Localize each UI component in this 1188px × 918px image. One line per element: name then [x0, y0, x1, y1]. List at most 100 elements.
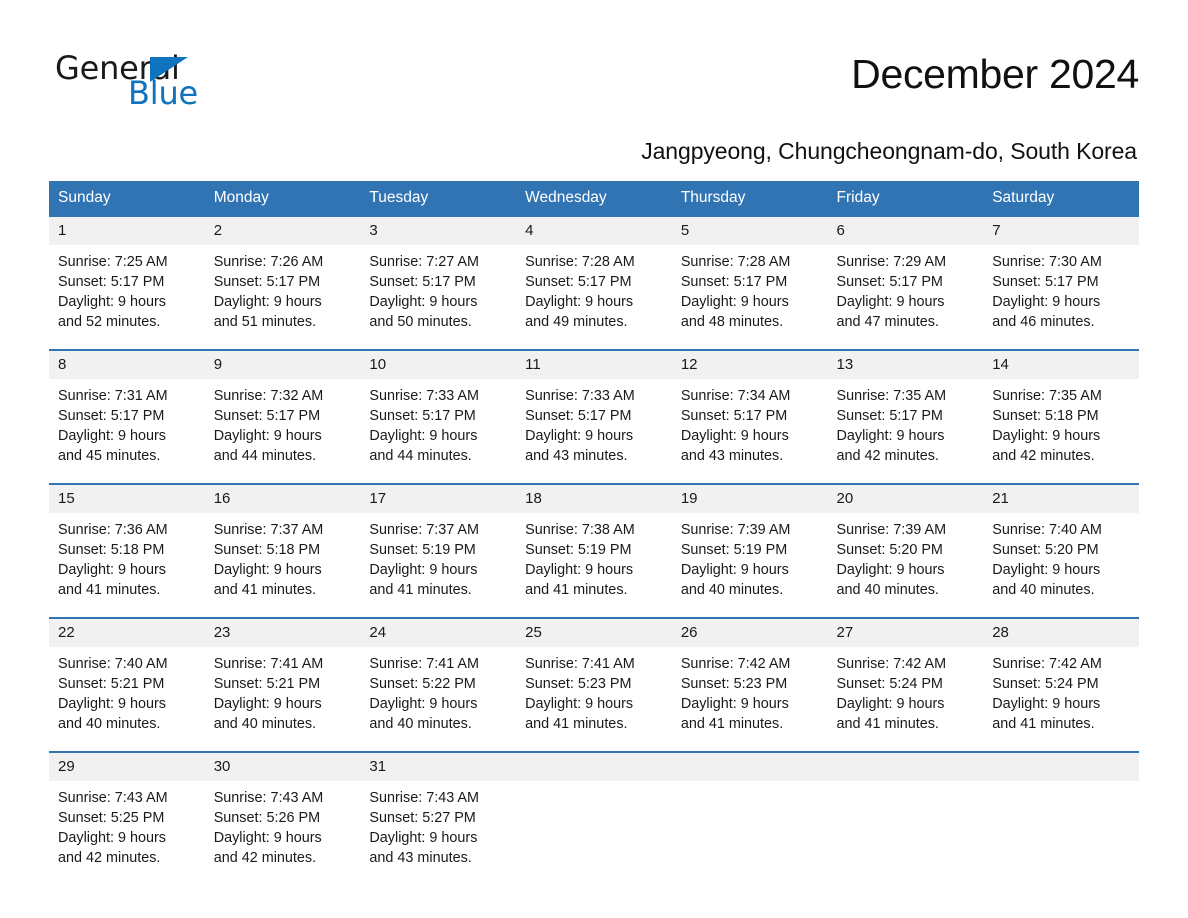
- sunset-text: Sunset: 5:17 PM: [836, 408, 943, 424]
- daylight-text-line1: Daylight: 9 hours: [58, 830, 166, 846]
- daylight-text-line1: Daylight: 9 hours: [213, 696, 322, 712]
- calendar-day-cell[interactable]: 5 Sunrise: 7:28 AM Sunset: 5:17 PM Daylight…: [671, 215, 828, 350]
- calendar-day-cell[interactable]: 28 Sunrise: 7:42 AM Sunset: 5:24 PM Dayligh…: [983, 617, 1139, 752]
- weekday-header-thursday: Thursday: [671, 181, 828, 216]
- day-details: [516, 781, 672, 788]
- sunset-text: Sunset: 5:18 PM: [58, 542, 165, 558]
- calendar-day-cell[interactable]: 17 Sunrise: 7:37 AM Sunset: 5:19 PM Dayligh…: [360, 483, 517, 618]
- calendar-day-cell[interactable]: 3 Sunrise: 7:27 AM Sunset: 5:17 PM Daylight…: [360, 215, 517, 350]
- day-details: Sunrise: 7:41 AM Sunset: 5:21 PM Daylight:…: [205, 647, 361, 734]
- calendar-day-cell[interactable]: 19 Sunrise: 7:39 AM Sunset: 5:19 PM Dayligh…: [671, 483, 828, 618]
- calendar-day-cell[interactable]: 27 Sunrise: 7:42 AM Sunset: 5:24 PM Dayligh…: [827, 617, 984, 752]
- day-cell-inner: 26 Sunrise: 7:42 AM Sunset: 5:23 PM Dayligh…: [671, 619, 828, 751]
- calendar-day-cell[interactable]: 14 Sunrise: 7:35 AM Sunset: 5:18 PM Dayligh…: [983, 349, 1139, 484]
- calendar-day-cell[interactable]: 9 Sunrise: 7:32 AM Sunset: 5:17 PM Daylight…: [204, 349, 361, 484]
- calendar-empty-cell: [827, 751, 984, 885]
- sunrise-text: Sunrise: 7:40 AM: [992, 522, 1102, 538]
- daylight-text-line2: and 41 minutes.: [992, 716, 1095, 732]
- day-cell-inner: 10 Sunrise: 7:33 AM Sunset: 5:17 PM Dayligh…: [360, 351, 517, 483]
- sunset-text: Sunset: 5:18 PM: [992, 408, 1099, 424]
- calendar-day-cell[interactable]: 16 Sunrise: 7:37 AM Sunset: 5:18 PM Dayligh…: [204, 483, 361, 618]
- sunrise-text: Sunrise: 7:42 AM: [836, 656, 947, 672]
- calendar-day-cell[interactable]: 13 Sunrise: 7:35 AM Sunset: 5:17 PM Dayligh…: [827, 349, 984, 484]
- day-cell-inner: 23 Sunrise: 7:41 AM Sunset: 5:21 PM Dayligh…: [204, 619, 361, 751]
- day-number: 10: [360, 351, 517, 379]
- day-cell-inner: 4 Sunrise: 7:28 AM Sunset: 5:17 PM Daylight…: [516, 217, 672, 349]
- daylight-text-line2: and 40 minutes.: [992, 582, 1095, 598]
- sunrise-text: Sunrise: 7:25 AM: [58, 254, 168, 270]
- calendar-day-cell[interactable]: 20 Sunrise: 7:39 AM Sunset: 5:20 PM Dayligh…: [827, 483, 984, 618]
- day-details: Sunrise: 7:30 AM Sunset: 5:17 PM Daylight:…: [983, 245, 1139, 332]
- daylight-text-line1: Daylight: 9 hours: [213, 830, 322, 846]
- calendar-day-cell[interactable]: 12 Sunrise: 7:34 AM Sunset: 5:17 PM Dayligh…: [671, 349, 828, 484]
- calendar-day-cell[interactable]: 8 Sunrise: 7:31 AM Sunset: 5:17 PM Daylight…: [49, 349, 205, 484]
- daylight-text-line1: Daylight: 9 hours: [992, 294, 1101, 310]
- day-details: Sunrise: 7:41 AM Sunset: 5:22 PM Daylight:…: [360, 647, 516, 734]
- daylight-text-line2: and 43 minutes.: [525, 448, 628, 464]
- day-details: [672, 781, 828, 788]
- day-cell-inner: 5 Sunrise: 7:28 AM Sunset: 5:17 PM Daylight…: [671, 217, 828, 349]
- day-cell-inner: [983, 753, 1139, 885]
- day-number: 22: [49, 619, 205, 647]
- day-number: 1: [49, 217, 205, 245]
- day-number: 7: [983, 217, 1139, 245]
- daylight-text-line1: Daylight: 9 hours: [525, 428, 634, 444]
- calendar-day-cell[interactable]: 25 Sunrise: 7:41 AM Sunset: 5:23 PM Dayligh…: [516, 617, 672, 752]
- day-cell-inner: 6 Sunrise: 7:29 AM Sunset: 5:17 PM Daylight…: [827, 217, 984, 349]
- day-cell-inner: 31 Sunrise: 7:43 AM Sunset: 5:27 PM Dayligh…: [360, 753, 517, 885]
- day-number: 26: [671, 619, 828, 647]
- calendar-day-cell[interactable]: 21 Sunrise: 7:40 AM Sunset: 5:20 PM Dayligh…: [983, 483, 1139, 618]
- general-blue-logo[interactable]: General Blue: [49, 44, 199, 112]
- page-header: General Blue December 2024: [49, 0, 1139, 116]
- calendar-day-cell[interactable]: 30 Sunrise: 7:43 AM Sunset: 5:26 PM Dayligh…: [204, 751, 361, 885]
- calendar-week-row: 29 Sunrise: 7:43 AM Sunset: 5:25 PM Dayligh…: [49, 751, 1139, 885]
- sunset-text: Sunset: 5:17 PM: [213, 274, 321, 290]
- calendar-day-cell[interactable]: 6 Sunrise: 7:29 AM Sunset: 5:17 PM Daylight…: [827, 215, 984, 350]
- calendar-day-cell[interactable]: 15 Sunrise: 7:36 AM Sunset: 5:18 PM Dayligh…: [49, 483, 205, 618]
- daylight-text-line2: and 49 minutes.: [525, 314, 628, 330]
- daylight-text-line2: and 40 minutes.: [836, 582, 939, 598]
- day-number: 21: [983, 485, 1139, 513]
- day-details: Sunrise: 7:29 AM Sunset: 5:17 PM Daylight:…: [828, 245, 984, 332]
- daylight-text-line2: and 41 minutes.: [525, 582, 628, 598]
- day-cell-inner: [516, 753, 672, 885]
- day-number: [827, 753, 984, 781]
- calendar-day-cell[interactable]: 2 Sunrise: 7:26 AM Sunset: 5:17 PM Daylight…: [204, 215, 361, 350]
- day-details: [983, 781, 1139, 788]
- calendar-day-cell[interactable]: 4 Sunrise: 7:28 AM Sunset: 5:17 PM Daylight…: [516, 215, 672, 350]
- day-cell-inner: 12 Sunrise: 7:34 AM Sunset: 5:17 PM Dayligh…: [671, 351, 828, 483]
- sunset-text: Sunset: 5:17 PM: [836, 274, 943, 290]
- calendar-day-cell[interactable]: 22 Sunrise: 7:40 AM Sunset: 5:21 PM Dayligh…: [49, 617, 205, 752]
- calendar-day-cell[interactable]: 7 Sunrise: 7:30 AM Sunset: 5:17 PM Daylight…: [983, 215, 1139, 350]
- calendar-day-cell[interactable]: 1 Sunrise: 7:25 AM Sunset: 5:17 PM Daylight…: [49, 215, 205, 350]
- daylight-text-line2: and 43 minutes.: [680, 448, 784, 464]
- sunset-text: Sunset: 5:21 PM: [213, 676, 321, 692]
- day-details: Sunrise: 7:43 AM Sunset: 5:26 PM Daylight:…: [205, 781, 361, 868]
- daylight-text-line2: and 51 minutes.: [213, 314, 317, 330]
- day-cell-inner: 7 Sunrise: 7:30 AM Sunset: 5:17 PM Daylight…: [983, 217, 1139, 349]
- page-title: December 2024: [851, 51, 1139, 97]
- sunrise-text: Sunrise: 7:43 AM: [58, 790, 168, 806]
- day-number: [516, 753, 672, 781]
- calendar-day-cell[interactable]: 26 Sunrise: 7:42 AM Sunset: 5:23 PM Dayligh…: [671, 617, 828, 752]
- sunset-text: Sunset: 5:22 PM: [369, 676, 476, 692]
- daylight-text-line1: Daylight: 9 hours: [525, 696, 634, 712]
- calendar-day-cell[interactable]: 11 Sunrise: 7:33 AM Sunset: 5:17 PM Dayligh…: [516, 349, 672, 484]
- calendar-day-cell[interactable]: 29 Sunrise: 7:43 AM Sunset: 5:25 PM Dayligh…: [49, 751, 205, 885]
- weekday-header-sunday: Sunday: [49, 181, 205, 216]
- day-details: Sunrise: 7:34 AM Sunset: 5:17 PM Daylight:…: [672, 379, 828, 466]
- sunrise-text: Sunrise: 7:33 AM: [369, 388, 479, 404]
- sunrise-text: Sunrise: 7:33 AM: [525, 388, 635, 404]
- logo-text-blue: Blue: [128, 74, 199, 112]
- sunrise-text: Sunrise: 7:43 AM: [369, 790, 479, 806]
- weekday-header-row: Sunday Monday Tuesday Wednesday Thursday…: [49, 181, 1139, 216]
- calendar-day-cell[interactable]: 10 Sunrise: 7:33 AM Sunset: 5:17 PM Dayligh…: [360, 349, 517, 484]
- calendar-day-cell[interactable]: 31 Sunrise: 7:43 AM Sunset: 5:27 PM Dayligh…: [360, 751, 517, 885]
- daylight-text-line2: and 43 minutes.: [369, 850, 472, 866]
- sunset-text: Sunset: 5:24 PM: [836, 676, 943, 692]
- calendar-day-cell[interactable]: 23 Sunrise: 7:41 AM Sunset: 5:21 PM Dayligh…: [204, 617, 361, 752]
- calendar-day-cell[interactable]: 18 Sunrise: 7:38 AM Sunset: 5:19 PM Dayligh…: [516, 483, 672, 618]
- daylight-text-line2: and 52 minutes.: [58, 314, 161, 330]
- calendar-day-cell[interactable]: 24 Sunrise: 7:41 AM Sunset: 5:22 PM Dayligh…: [360, 617, 517, 752]
- day-details: Sunrise: 7:32 AM Sunset: 5:17 PM Daylight:…: [205, 379, 361, 466]
